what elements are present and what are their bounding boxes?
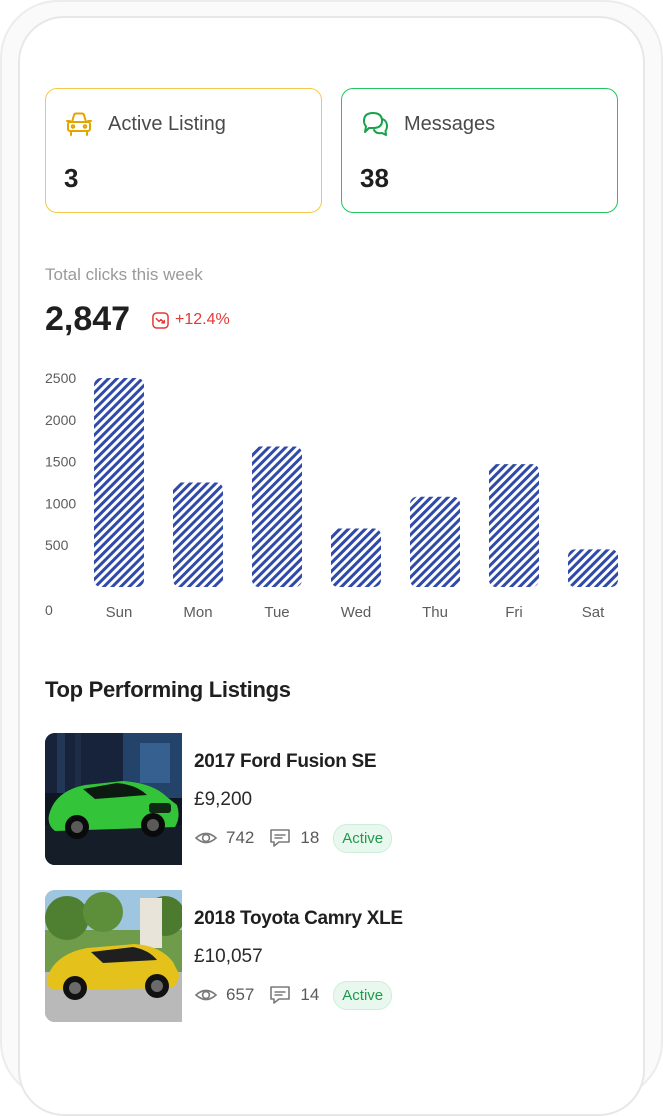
comment-icon	[270, 829, 291, 847]
y-tick-label: 2500	[45, 370, 76, 386]
listing-meta: 657 14 Active	[194, 980, 393, 1010]
listing-photo-green-car	[45, 733, 182, 865]
weekly-clicks-chart: 2500 2000 1500 1000 500 0 Sun Mon Tue Wed Thu Fri S…	[45, 370, 618, 621]
listing-card[interactable]: 2017 Ford Fusion SE £9,200 742 18 Active	[45, 733, 625, 865]
y-tick-label: 1500	[45, 454, 76, 470]
messages-count: 38	[360, 163, 389, 193]
messages-card[interactable]: Messages 38	[341, 88, 618, 213]
listing-card[interactable]: 2018 Toyota Camry XLE £10,057 657 14 Act…	[45, 890, 625, 1022]
bar-thu[interactable]	[410, 496, 460, 587]
top-listings-title: Top Performing Listings	[45, 677, 291, 702]
x-tick-label: Fri	[505, 604, 523, 621]
views-count: 657	[226, 985, 255, 1004]
total-clicks-value: 2,847	[45, 300, 131, 338]
comment-icon	[270, 986, 291, 1004]
clicks-change-value: +12.4%	[175, 311, 230, 328]
listing-title: 2017 Ford Fusion SE	[194, 751, 377, 772]
eye-icon	[194, 989, 218, 1001]
bar-tue[interactable]	[252, 446, 302, 587]
bar-sat[interactable]	[568, 549, 618, 587]
y-tick-label: 500	[45, 537, 69, 553]
chat-bubbles-icon	[363, 112, 388, 136]
views-count: 742	[226, 828, 255, 847]
car-icon	[66, 112, 92, 136]
y-tick-label: 1000	[45, 495, 76, 511]
y-tick-label: 0	[45, 602, 53, 618]
listing-title: 2018 Toyota Camry XLE	[194, 908, 403, 929]
eye-icon	[194, 832, 218, 844]
listing-price: £9,200	[194, 789, 253, 810]
bar-sun[interactable]	[94, 378, 144, 587]
messages-count-listing: 14	[300, 985, 320, 1004]
messages-count-listing: 18	[300, 828, 320, 847]
listing-price: £10,057	[194, 946, 263, 967]
active-listing-card[interactable]: Active Listing 3	[45, 88, 322, 213]
messages-label: Messages	[404, 113, 496, 135]
status-badge: Active	[333, 980, 393, 1010]
x-tick-label: Tue	[264, 604, 289, 621]
x-tick-label: Wed	[341, 604, 372, 621]
active-listing-label: Active Listing	[108, 113, 226, 135]
total-clicks-label: Total clicks this week	[45, 265, 203, 284]
bar-mon[interactable]	[173, 482, 223, 588]
y-tick-label: 2000	[45, 412, 76, 428]
clicks-change-badge: +12.4%	[152, 311, 230, 329]
active-listing-count: 3	[64, 163, 79, 193]
x-tick-label: Sat	[582, 604, 605, 621]
bar-wed[interactable]	[331, 528, 381, 587]
x-tick-label: Mon	[183, 604, 212, 621]
bar-fri[interactable]	[489, 464, 539, 587]
listing-meta: 742 18 Active	[194, 823, 393, 853]
trend-down-icon	[152, 311, 169, 329]
listing-photo-yellow-car	[45, 890, 182, 1022]
status-badge: Active	[333, 823, 393, 853]
x-tick-label: Sun	[106, 604, 133, 621]
x-tick-label: Thu	[422, 604, 448, 621]
